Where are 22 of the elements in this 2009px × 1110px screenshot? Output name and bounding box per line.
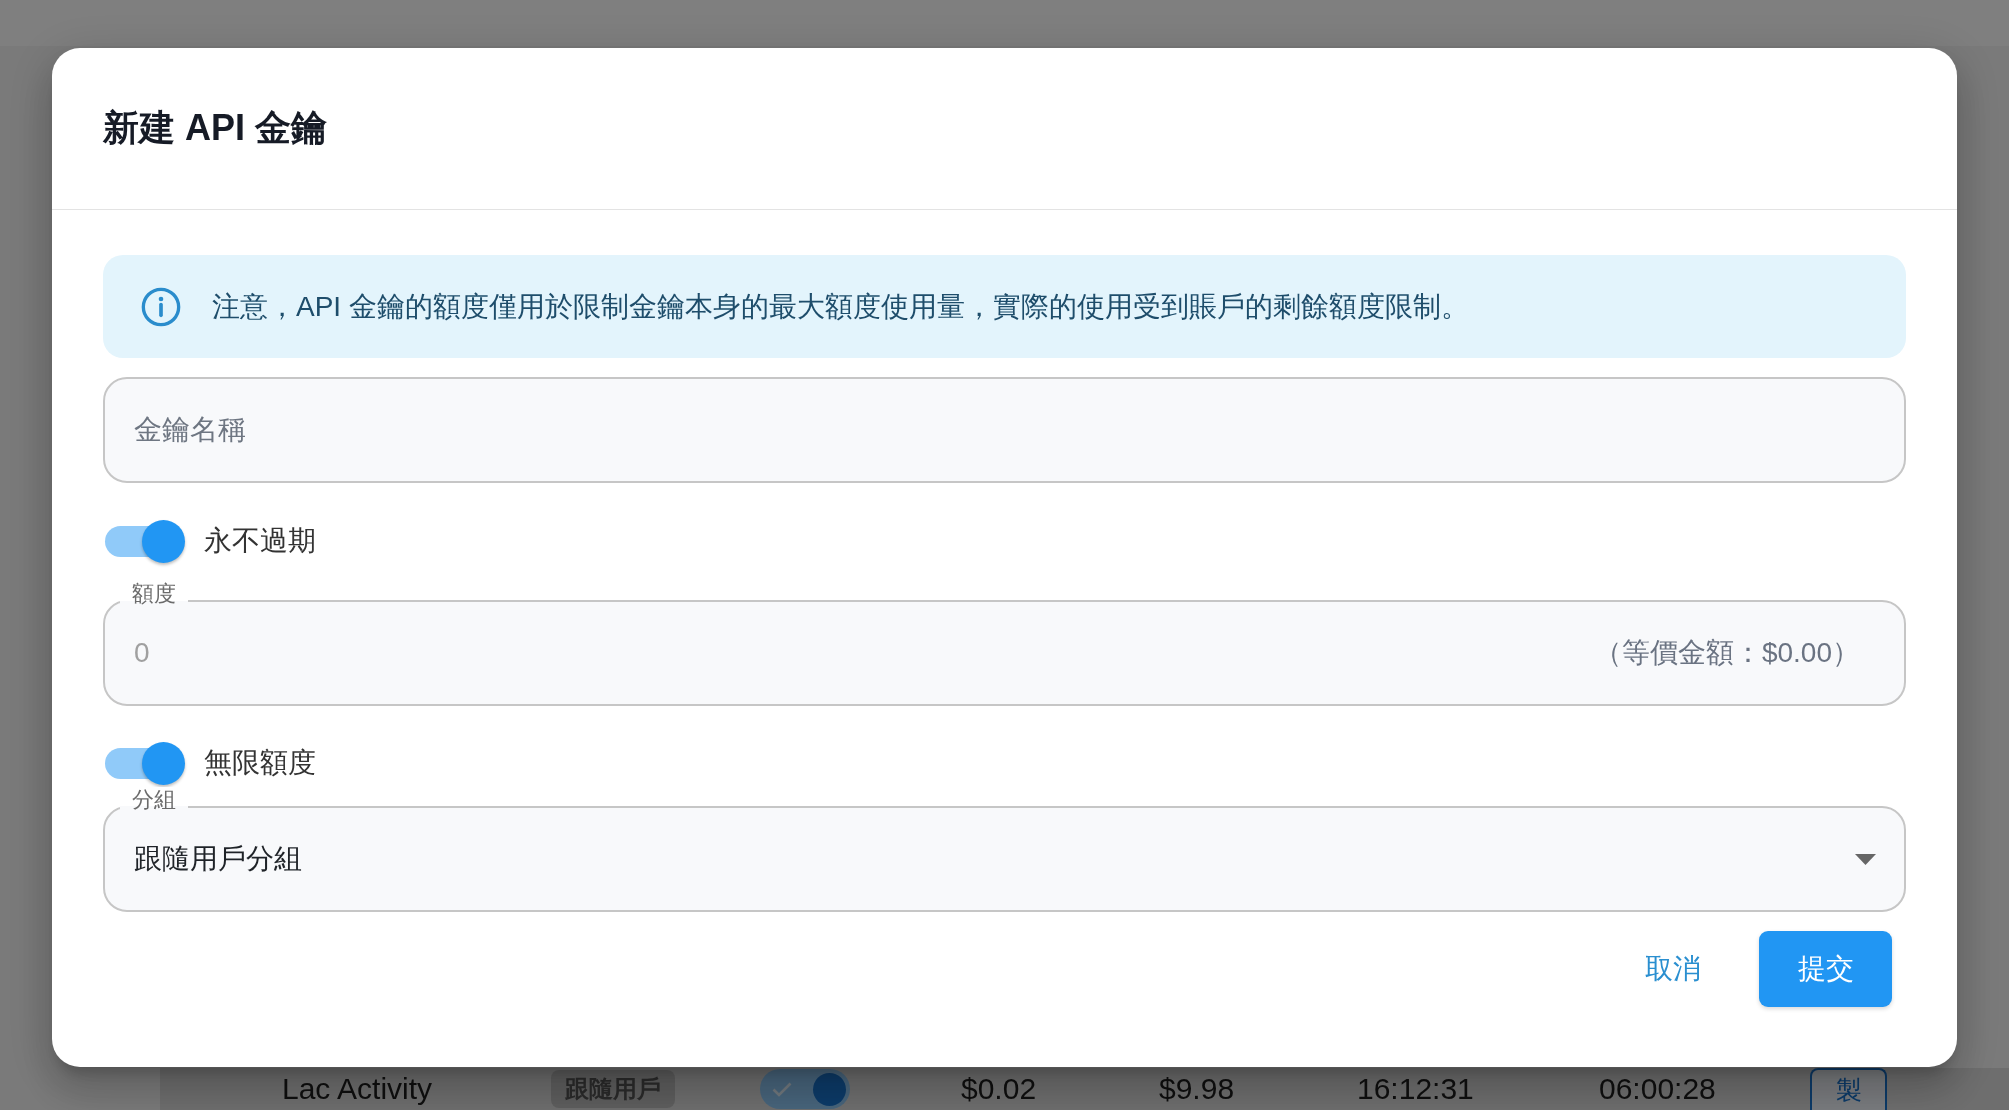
notice-text: 注意，API 金鑰的額度僅用於限制金鑰本身的最大額度使用量，實際的使用受到賬戶的剩餘額度限制。 [212,289,1469,324]
equivalent-amount-text: （等價金額：$0.00） [1593,636,1860,670]
switch-label: 永不過期 [204,524,316,558]
field-label: 額度 [120,581,188,607]
cancel-button[interactable]: 取消 [1629,931,1717,1007]
toggle-switch[interactable] [105,519,185,563]
table-cell: 16:12:31 [1357,1072,1474,1106]
row-action-button[interactable]: 製 [1810,1068,1887,1110]
toggle-switch[interactable] [760,1069,850,1109]
dialog-title: 新建 API 金鑰 [103,106,327,150]
submit-button[interactable]: 提交 [1759,931,1892,1007]
name-input-field[interactable]: 金鑰名稱 [103,377,1906,483]
table-cell: $0.02 [961,1072,1037,1106]
switch-label: 無限額度 [204,746,316,780]
table-cell: $9.98 [1159,1072,1235,1106]
toggle-switch[interactable] [105,741,185,785]
check-icon [772,1081,792,1097]
table-cell: Lac Activity [282,1072,433,1106]
table-cell: 06:00:28 [1599,1072,1716,1106]
info-icon [141,286,181,327]
caret-down-icon [1855,853,1876,865]
field-label: 分組 [120,787,188,813]
